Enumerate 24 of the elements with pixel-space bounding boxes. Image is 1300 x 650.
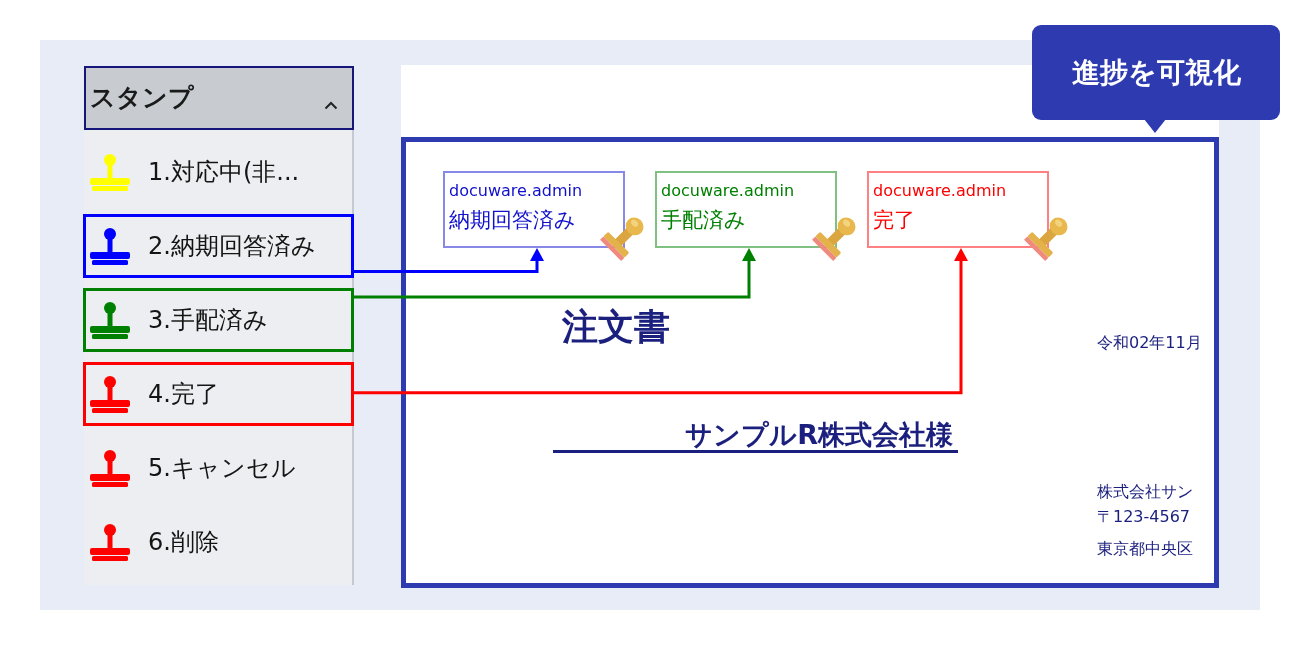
- stamp-user-name: docuware.admin: [449, 181, 584, 201]
- issue-date: 令和02年11月: [1097, 333, 1202, 353]
- sender-postal-code: 〒123-4567: [1097, 506, 1191, 528]
- stamp-user-name: docuware.admin: [873, 181, 1008, 201]
- rubber-stamp-icon: [811, 216, 857, 262]
- stamp-list-item[interactable]: 1.対応中(非...: [83, 140, 354, 204]
- callout-pointer: [1144, 119, 1166, 133]
- stamp-user-name: docuware.admin: [661, 181, 796, 201]
- stamp-list-item[interactable]: 2.納期回答済み: [83, 214, 354, 278]
- rubber-stamp-icon: [599, 216, 645, 262]
- stamp-list-item[interactable]: 3.手配済み: [83, 288, 354, 352]
- document-title: 注文書: [561, 309, 670, 345]
- callout-label: 進捗を可視化: [1032, 25, 1280, 120]
- stamp-panel-header[interactable]: スタンプ: [84, 66, 354, 130]
- stamp-status: 納期回答済み: [449, 207, 577, 233]
- sender-address: 東京都中央区: [1097, 538, 1193, 560]
- stamp-list-item[interactable]: 5.キャンセル: [83, 436, 354, 500]
- stamp-list-item[interactable]: 6.削除: [83, 510, 354, 574]
- stamp-status: 手配済み: [661, 207, 747, 233]
- rubber-stamp-icon: [1023, 216, 1069, 262]
- sender-company: 株式会社サン: [1097, 481, 1193, 503]
- stamp-list-item[interactable]: 4.完了: [83, 362, 354, 426]
- stamp-status: 完了: [873, 207, 916, 233]
- addressee-name: サンプルR株式会社様: [553, 420, 958, 453]
